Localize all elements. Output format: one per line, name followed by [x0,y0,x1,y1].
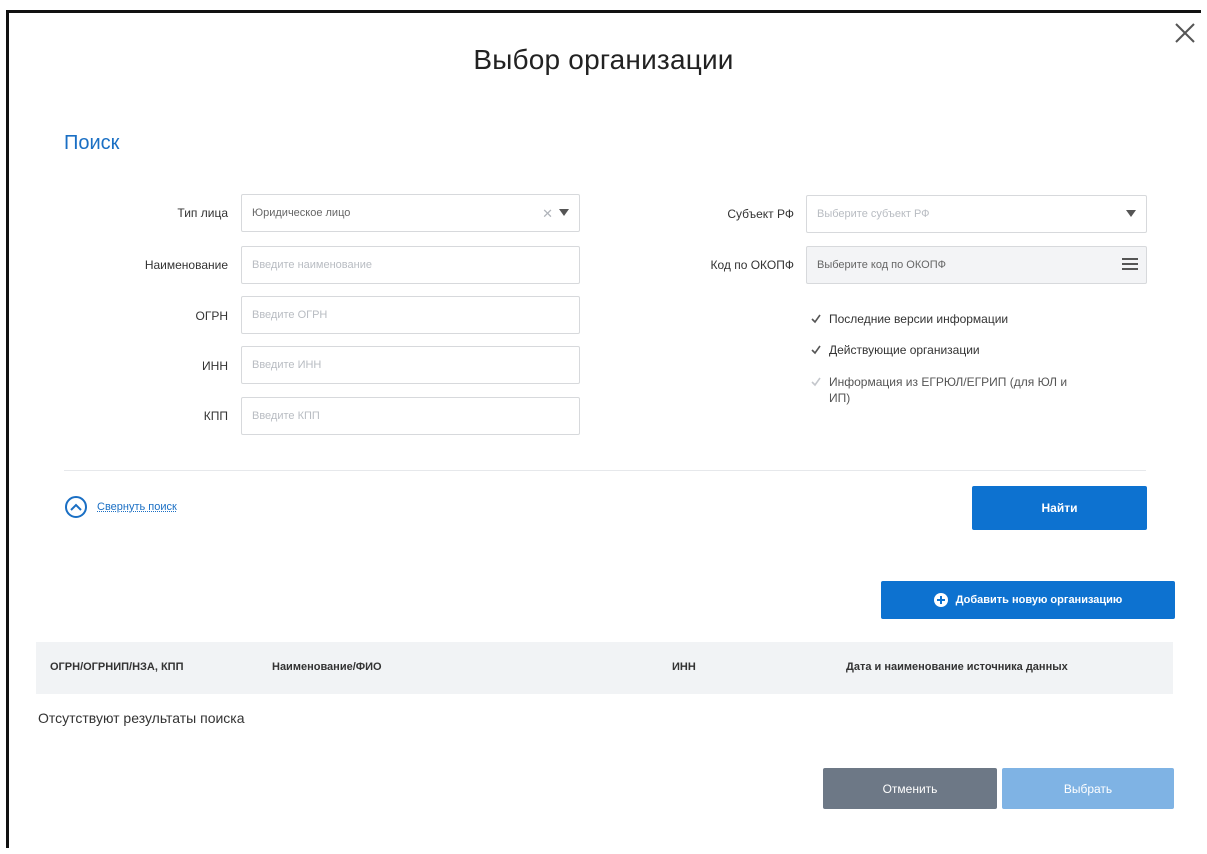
checkbox-label: Действующие организации [829,343,980,357]
clear-icon[interactable]: ✕ [542,206,553,222]
column-header-ogrn[interactable]: ОГРН/ОГРНИП/НЗА, КПП [50,661,184,673]
chevron-up-icon[interactable] [65,496,87,518]
kpp-label: КПП [203,409,228,423]
cancel-button[interactable]: Отменить [823,768,997,809]
empty-results-message: Отсутствуют результаты поиска [38,710,245,726]
close-icon[interactable] [1172,20,1198,46]
region-label: Субъект РФ [727,207,794,221]
kpp-input[interactable] [242,398,579,434]
column-header-source[interactable]: Дата и наименование источника данных [846,661,1068,673]
collapse-search-label[interactable]: Свернуть поиск [97,501,177,513]
chevron-down-icon[interactable] [1126,210,1136,217]
select-button[interactable]: Выбрать [1002,768,1174,809]
name-label: Наименование [144,258,228,272]
list-menu-icon[interactable] [1122,258,1138,272]
name-input[interactable] [242,247,579,283]
add-organization-button[interactable]: Добавить новую организацию [881,581,1175,619]
search-section-title: Поиск [64,132,120,154]
region-select[interactable]: Выберите субъект РФ [806,195,1147,233]
results-table-header: ОГРН/ОГРНИП/НЗА, КПП Наименование/ФИО ИН… [36,642,1173,694]
add-organization-label: Добавить новую организацию [955,594,1123,606]
dialog-title: Выбор организации [473,44,734,75]
checkmark-icon[interactable] [811,377,821,387]
column-header-inn[interactable]: ИНН [672,661,696,673]
person-type-value: Юридическое лицо [252,207,351,219]
collapse-search-link[interactable]: Свернуть поиск [65,496,177,518]
checkbox-latest-versions[interactable]: Последние версии информации [811,311,1139,327]
region-placeholder: Выберите субъект РФ [817,208,930,220]
checkmark-icon[interactable] [811,345,821,355]
inn-input[interactable] [242,347,579,383]
find-button[interactable]: Найти [972,486,1147,530]
ogrn-field[interactable] [241,296,580,334]
kpp-field[interactable] [241,397,580,435]
checkmark-icon[interactable] [811,314,821,324]
checkbox-label: Последние версии информации [829,312,1009,326]
okopf-label: Код по ОКОПФ [710,258,794,272]
column-header-name[interactable]: Наименование/ФИО [272,661,382,673]
ogrn-input[interactable] [242,297,579,333]
plus-circle-icon [933,593,948,607]
checkbox-egrul-info[interactable]: Информация из ЕГРЮЛ/ЕГРИП (для ЮЛ и ИП) [811,374,1069,406]
person-type-select[interactable]: Юридическое лицо ✕ [241,194,580,232]
inn-field[interactable] [241,346,580,384]
inn-label: ИНН [202,359,228,373]
okopf-select[interactable]: Выберите код по ОКОПФ [806,246,1147,284]
person-type-label: Тип лица [177,206,228,220]
checkbox-label: Информация из ЕГРЮЛ/ЕГРИП (для ЮЛ и ИП) [829,375,1068,405]
divider [64,470,1146,471]
name-field[interactable] [241,246,580,284]
checkbox-active-orgs[interactable]: Действующие организации [811,342,1139,358]
okopf-placeholder: Выберите код по ОКОПФ [817,259,946,271]
ogrn-label: ОГРН [195,309,228,323]
chevron-down-icon[interactable] [559,209,569,216]
